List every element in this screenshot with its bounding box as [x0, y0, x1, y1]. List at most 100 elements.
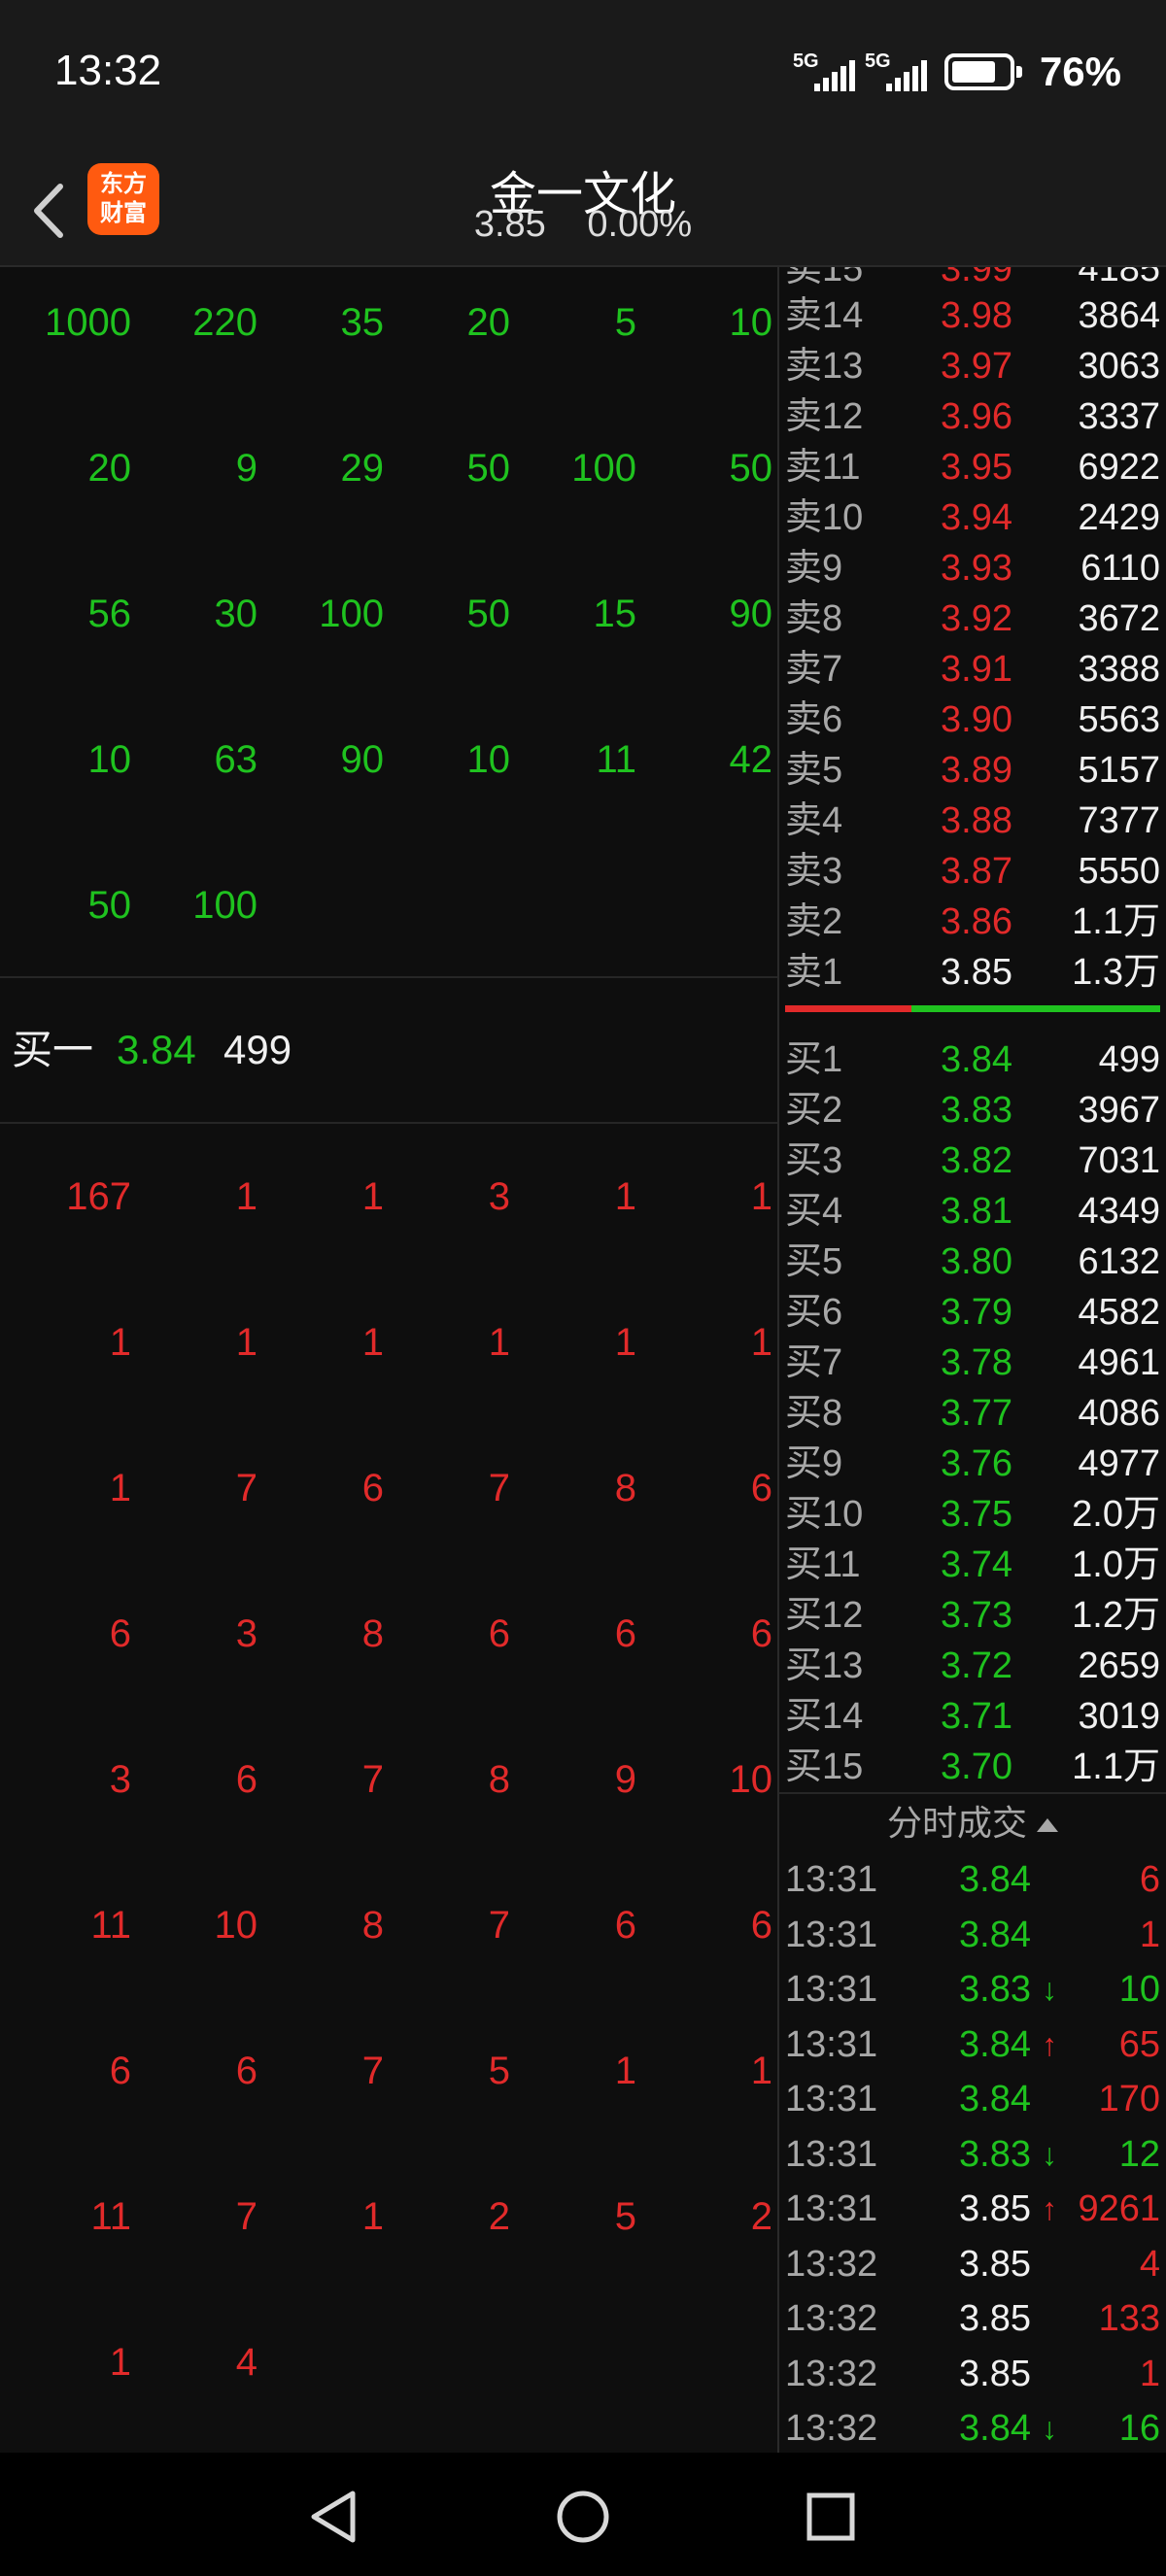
- ask-volume: 5550: [1078, 851, 1160, 892]
- queue-cell: 6: [750, 1612, 772, 1655]
- bid-level-row[interactable]: 买11 3.74 1.0万: [779, 1540, 1166, 1590]
- ask-label: 卖8: [785, 598, 843, 639]
- queue-cell: 7: [488, 1467, 510, 1509]
- bid-price: 3.78: [941, 1342, 1012, 1383]
- bid-level-row[interactable]: 买9 3.76 4977: [779, 1439, 1166, 1489]
- tick-time: 13:31: [785, 2133, 878, 2175]
- bid-level-row[interactable]: 买8 3.77 4086: [779, 1388, 1166, 1439]
- bid-level-row[interactable]: 买6 3.79 4582: [779, 1287, 1166, 1338]
- queue-panel: 1000 220 35 20 5 10 20 9 29 50 100 50 56 30 100 50 15 90 1…: [0, 267, 777, 2453]
- ask-level-row[interactable]: 卖12 3.96 3337: [779, 391, 1166, 442]
- nav-recents-button[interactable]: [792, 2478, 870, 2556]
- bid-volume: 1.2万: [1072, 1595, 1160, 1636]
- tick-price: 3.84: [959, 2079, 1031, 2119]
- ask-level-row[interactable]: 卖8 3.92 3672: [779, 593, 1166, 644]
- ask-price: 3.88: [941, 800, 1012, 841]
- ask-level-row[interactable]: 卖5 3.89 5157: [779, 745, 1166, 796]
- ask-label: 卖5: [785, 750, 843, 791]
- ask-level-row[interactable]: 卖6 3.90 5563: [779, 695, 1166, 745]
- tick-row: 13:31 3.83 ↓ 12: [779, 2127, 1166, 2182]
- bid-price: 3.72: [941, 1645, 1012, 1686]
- queue-cell: 30: [214, 593, 258, 635]
- bid-label: 买12: [785, 1595, 864, 1636]
- arrow-down-icon: ↓: [1042, 2411, 1057, 2446]
- queue-cell: 56: [87, 593, 132, 635]
- square-recents-icon: [806, 2492, 855, 2541]
- nav-back-button[interactable]: [296, 2478, 374, 2556]
- queue-cell: 1: [750, 1175, 772, 1218]
- queue-cell: 8: [614, 1467, 636, 1509]
- bid-level-row[interactable]: 买1 3.84 499: [779, 1034, 1166, 1085]
- bid-level-row[interactable]: 买12 3.73 1.2万: [779, 1590, 1166, 1641]
- tick-volume: 1: [1139, 1914, 1160, 1955]
- ask-level-row[interactable]: 卖7 3.91 3388: [779, 644, 1166, 695]
- bid-level-row[interactable]: 买5 3.80 6132: [779, 1237, 1166, 1287]
- ask-level-row[interactable]: 卖1 3.85 1.3万: [779, 947, 1166, 998]
- tick-row: 13:31 3.84 6: [779, 1852, 1166, 1907]
- ask-level-row[interactable]: 卖14 3.98 3864: [779, 290, 1166, 341]
- ask-volume: 1.3万: [1072, 952, 1160, 993]
- bid-label: 买1: [785, 1039, 843, 1080]
- queue-cell: 1: [109, 1321, 131, 1364]
- bid-price: 3.84: [941, 1039, 1012, 1080]
- bid-level-row[interactable]: 买10 3.75 2.0万: [779, 1489, 1166, 1540]
- ask-level-row[interactable]: 卖4 3.88 7377: [779, 796, 1166, 846]
- ticks-header[interactable]: 分时成交: [779, 1792, 1166, 1850]
- bid-level-row[interactable]: 买13 3.72 2659: [779, 1641, 1166, 1691]
- bid-level-row[interactable]: 买3 3.82 7031: [779, 1135, 1166, 1186]
- tick-time: 13:31: [785, 2079, 878, 2119]
- app-logo[interactable]: 东方 财富: [87, 163, 159, 235]
- queue-cell: 6: [614, 1612, 636, 1655]
- tick-row: 13:31 3.84 170: [779, 2072, 1166, 2126]
- bid-volume: 1.0万: [1072, 1544, 1160, 1585]
- back-button[interactable]: [21, 165, 80, 243]
- tick-volume: 10: [1118, 1969, 1160, 2010]
- queue-cell: 3: [488, 1175, 510, 1218]
- tick-volume: 170: [1098, 2079, 1160, 2119]
- bid-level-row[interactable]: 买7 3.78 4961: [779, 1338, 1166, 1388]
- tick-row: 13:32 3.85 1: [779, 2347, 1166, 2401]
- arrow-up-icon: ↑: [1042, 2026, 1057, 2062]
- queue-row: 11 7 1 2 5 2: [0, 2187, 777, 2246]
- ask-volume: 6110: [1080, 548, 1160, 589]
- tick-time: 13:32: [785, 2243, 878, 2285]
- bid-ask-ratio-bar: [785, 1005, 1160, 1012]
- queue-cell: 1: [235, 1321, 257, 1364]
- bid-price: 3.77: [941, 1393, 1012, 1434]
- queue-cell: 4: [235, 2341, 257, 2384]
- tick-time: 13:31: [785, 2023, 878, 2065]
- queue-cell: 100: [192, 884, 257, 927]
- status-icons: 5G 5G 76%: [793, 49, 1121, 95]
- ask-level-row[interactable]: 卖11 3.95 6922: [779, 442, 1166, 492]
- ask-label: 卖3: [785, 851, 843, 892]
- triangle-up-icon: [1037, 1818, 1058, 1833]
- queue-row: 50 100: [0, 876, 777, 934]
- ask-volume: 3864: [1078, 295, 1160, 336]
- ask-level-row[interactable]: 卖2 3.86 1.1万: [779, 897, 1166, 947]
- tick-row: 13:31 3.84 ↑ 65: [779, 2017, 1166, 2072]
- bid-label: 买9: [785, 1443, 843, 1484]
- ticks-header-label: 分时成交: [886, 1803, 1027, 1843]
- queue-row: 167 1 1 3 1 1: [0, 1168, 777, 1226]
- ask-level-row[interactable]: 卖9 3.93 6110: [779, 543, 1166, 593]
- queue-cell: 10: [466, 738, 511, 781]
- queue-cell: 1: [614, 1321, 636, 1364]
- queue-cell: 6: [750, 1467, 772, 1509]
- status-time: 13:32: [54, 47, 162, 94]
- tick-time: 13:32: [785, 2298, 878, 2339]
- queue-cell: 35: [340, 301, 385, 344]
- bid-label: 买6: [785, 1292, 843, 1333]
- ask-level-row[interactable]: 卖3 3.87 5550: [779, 846, 1166, 897]
- ask-level-row[interactable]: 卖10 3.94 2429: [779, 492, 1166, 543]
- tick-price: 3.83: [959, 2133, 1031, 2175]
- bid-level-row[interactable]: 买4 3.81 4349: [779, 1186, 1166, 1237]
- tick-price: 3.85: [959, 2353, 1031, 2394]
- queue-cell: 50: [466, 447, 511, 490]
- queue-cell: 63: [214, 738, 258, 781]
- bid-level-row[interactable]: 买15 3.70 1.1万: [779, 1742, 1166, 1792]
- bid-level-row[interactable]: 买2 3.83 3967: [779, 1085, 1166, 1135]
- bid-level-row[interactable]: 买14 3.71 3019: [779, 1691, 1166, 1742]
- queue-cell: 42: [729, 738, 773, 781]
- nav-home-button[interactable]: [544, 2478, 622, 2556]
- ask-level-row[interactable]: 卖13 3.97 3063: [779, 341, 1166, 391]
